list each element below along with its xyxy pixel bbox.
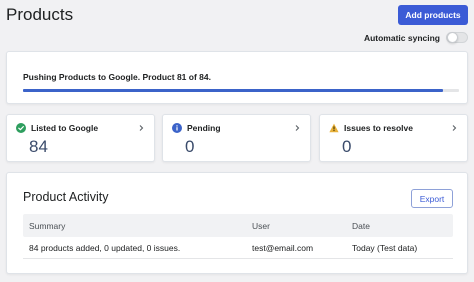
stat-card-issues[interactable]: Issues to resolve 0 — [319, 114, 468, 162]
progress-message: Pushing Products to Google. Product 81 o… — [23, 72, 211, 82]
chevron-right-icon — [295, 125, 300, 131]
stat-card-listed[interactable]: Listed to Google 84 — [6, 114, 155, 162]
column-header-summary: Summary — [29, 220, 66, 231]
page-title: Products — [6, 5, 74, 24]
column-header-user: User — [252, 220, 270, 231]
stat-label: Pending — [187, 123, 221, 133]
warning-triangle-icon — [329, 123, 339, 133]
row-date: Today (Test data) — [352, 242, 418, 253]
stat-value: 0 — [185, 137, 195, 156]
chevron-right-icon — [139, 125, 144, 131]
automatic-syncing-label: Automatic syncing — [363, 32, 440, 43]
progress-bar-fill — [23, 89, 444, 92]
column-header-date: Date — [352, 220, 370, 231]
export-button[interactable]: Export — [411, 189, 453, 208]
info-circle-icon — [172, 123, 182, 133]
automatic-syncing-toggle[interactable] — [446, 32, 468, 43]
table-header: Summary User Date — [23, 214, 453, 237]
progress-bar — [23, 89, 459, 92]
stat-value: 0 — [342, 137, 352, 156]
add-products-button[interactable]: Add products — [398, 5, 468, 25]
automatic-syncing-row: Automatic syncing — [364, 32, 468, 43]
table-row: 84 products added, 0 updated, 0 issues. … — [23, 237, 453, 259]
stat-value: 84 — [29, 137, 48, 156]
chevron-right-icon — [452, 125, 457, 131]
row-summary: 84 products added, 0 updated, 0 issues. — [29, 242, 181, 253]
stat-card-pending[interactable]: Pending 0 — [162, 114, 311, 162]
stat-label: Listed to Google — [31, 123, 99, 133]
activity-table: Summary User Date 84 products added, 0 u… — [23, 214, 453, 259]
toggle-knob — [447, 32, 458, 43]
progress-card: Pushing Products to Google. Product 81 o… — [6, 51, 468, 104]
product-activity-card: Product Activity Export Summary User Dat… — [6, 172, 468, 274]
product-activity-title: Product Activity — [23, 190, 109, 204]
row-user: test@email.com — [252, 242, 314, 253]
check-circle-icon — [16, 123, 26, 133]
stat-label: Issues to resolve — [344, 123, 413, 133]
